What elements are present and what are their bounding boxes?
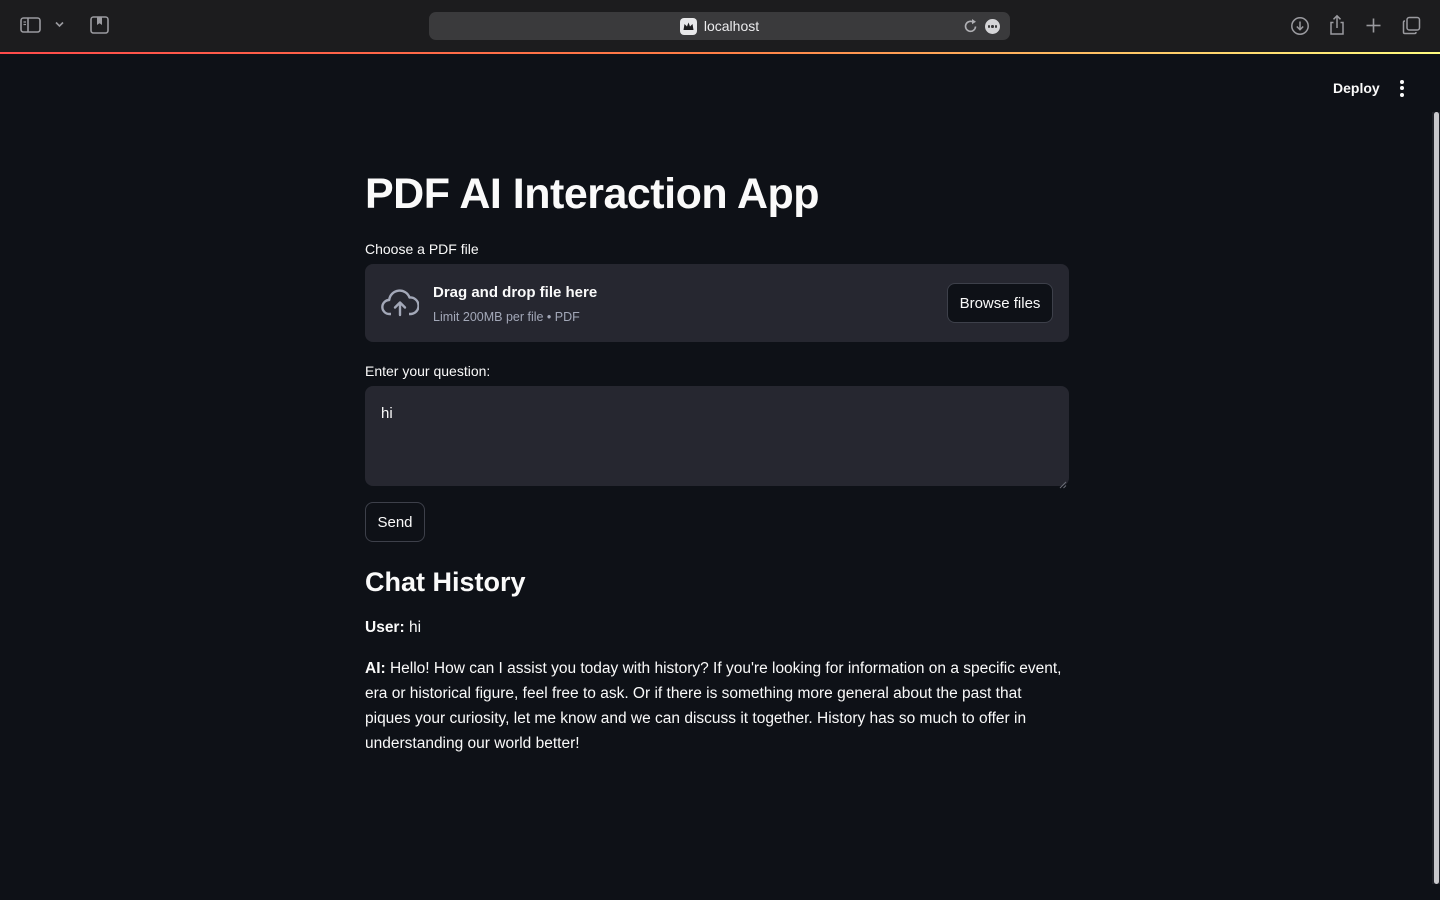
new-tab-icon[interactable] — [1365, 17, 1382, 34]
page-title: PDF AI Interaction App — [365, 170, 820, 218]
reload-icon[interactable] — [963, 18, 978, 39]
message-speaker: User: — [365, 619, 405, 636]
vertical-ellipsis-icon[interactable] — [1390, 76, 1414, 100]
browser-toolbar: localhost — [0, 0, 1440, 52]
chat-history-heading: Chat History — [365, 567, 526, 597]
browse-files-button[interactable]: Browse files — [947, 283, 1053, 323]
message-speaker: AI: — [365, 660, 386, 677]
chat-message-user: User: hi — [365, 615, 1069, 640]
address-text: localhost — [703, 18, 760, 34]
resize-grip-icon[interactable] — [1059, 476, 1067, 494]
chat-message-ai: AI: Hello! How can I assist you today wi… — [365, 656, 1069, 756]
tab-overview-icon[interactable] — [1402, 16, 1421, 35]
scrollbar[interactable] — [1434, 112, 1439, 884]
sidebar-toggle-icon[interactable] — [20, 16, 41, 34]
question-label: Enter your question: — [365, 363, 491, 379]
download-icon[interactable] — [1290, 16, 1310, 36]
site-icon — [679, 17, 697, 35]
share-icon[interactable] — [1328, 14, 1346, 36]
more-icon[interactable] — [985, 19, 1000, 34]
message-text: hi — [408, 619, 422, 636]
deploy-button[interactable]: Deploy — [1322, 76, 1391, 100]
file-dropzone[interactable]: Drag and drop file here Limit 200MB per … — [365, 264, 1069, 342]
dropzone-limit-hint: Limit 200MB per file • PDF — [433, 310, 580, 324]
header-decoration — [0, 52, 1440, 54]
dropzone-instructions: Drag and drop file here — [433, 284, 598, 301]
chevron-down-icon[interactable] — [55, 21, 64, 28]
message-text: Hello! How can I assist you today with h… — [365, 660, 1062, 752]
bookmark-icon[interactable] — [90, 16, 109, 34]
cloud-upload-icon — [381, 288, 420, 323]
send-button[interactable]: Send — [365, 502, 425, 542]
question-input[interactable]: hi — [365, 386, 1069, 486]
file-uploader-label: Choose a PDF file — [365, 241, 479, 257]
address-bar[interactable]: localhost — [429, 12, 1010, 40]
